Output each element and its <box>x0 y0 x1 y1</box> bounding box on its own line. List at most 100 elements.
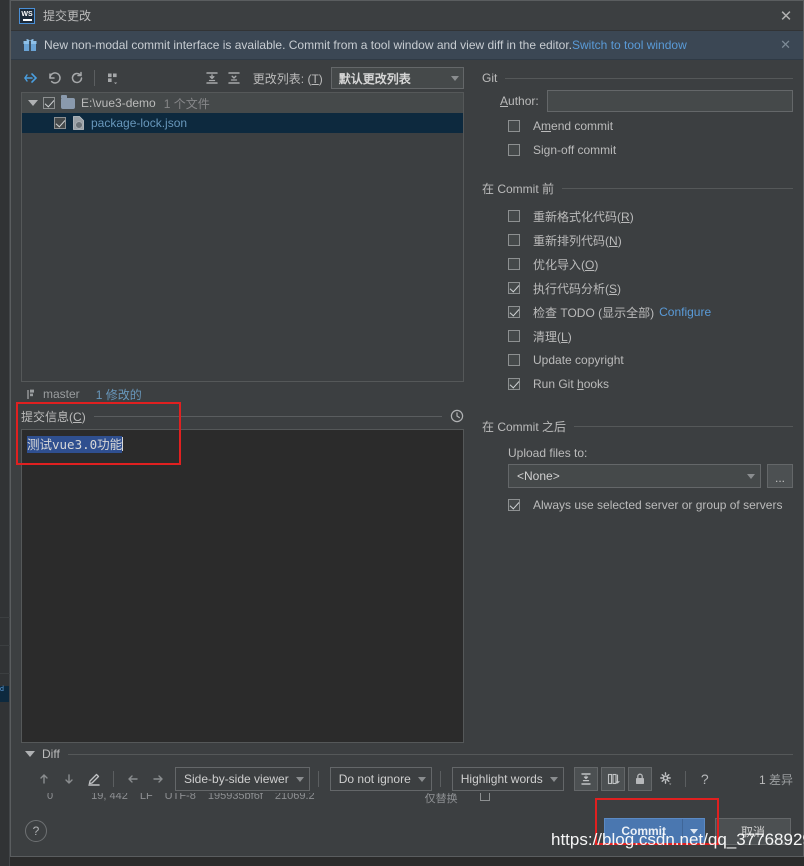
next-difference-icon[interactable] <box>58 768 80 790</box>
apply-right-icon[interactable] <box>147 768 169 790</box>
file-info-charset: UTF-8 <box>164 793 196 802</box>
changelist-label: 更改列表: (T) <box>252 71 323 86</box>
author-row: Author: <box>482 88 793 114</box>
gear-icon[interactable] <box>655 768 677 790</box>
highlight-mode-dropdown[interactable]: Highlight words <box>451 767 564 791</box>
run-git-hooks-row[interactable]: Run Git hooks <box>482 372 793 396</box>
toolbar-separator <box>94 70 96 86</box>
ignore-mode-value: Do not ignore <box>338 772 411 786</box>
dialog-body: 更改列表: (T) 默认更改列表 E:\vue3-demo 1 个文件 pack… <box>11 60 803 743</box>
root-path: E:\vue3-demo <box>81 96 156 110</box>
dialog-title: 提交更改 <box>43 9 92 23</box>
viewer-mode-dropdown[interactable]: Side-by-side viewer <box>175 767 310 791</box>
optimize-imports-checkbox[interactable] <box>508 258 520 270</box>
rearrange-code-row[interactable]: 重新排列代码(N) <box>482 228 793 252</box>
highlight-mode-value: Highlight words <box>460 772 543 786</box>
changelist-value: 默认更改列表 <box>338 71 411 86</box>
check-todo-row[interactable]: 检查 TODO (显示全部) Configure <box>482 300 793 324</box>
refresh-icon[interactable] <box>67 67 88 89</box>
file-name: package-lock.json <box>91 116 188 130</box>
background-left-gutter <box>0 0 10 866</box>
git-group-header: Git <box>482 68 793 88</box>
file-info-hash: 195935bf6f <box>207 793 263 802</box>
show-diff-icon[interactable] <box>21 67 42 89</box>
toolbar-separator <box>439 771 441 787</box>
after-commit-group: 在 Commit 之后 Upload files to: <None> ... … <box>482 416 793 517</box>
file-checkbox[interactable] <box>54 117 66 129</box>
commit-message-text: 测试vue3.0功能 <box>27 436 123 453</box>
check-todo-label: 检查 TODO (显示全部) <box>533 305 655 320</box>
chevron-down-icon <box>747 473 755 479</box>
switch-to-tool-window-link[interactable]: Switch to tool window <box>572 38 687 52</box>
text-caret <box>122 437 124 451</box>
file-info-checkbox[interactable] <box>480 793 490 801</box>
rearrange-code-checkbox[interactable] <box>508 234 520 246</box>
reformat-code-row[interactable]: 重新格式化代码(R) <box>482 204 793 228</box>
group-by-icon[interactable] <box>102 67 123 89</box>
amend-commit-row[interactable]: Amend commit <box>482 114 793 138</box>
cleanup-label: 清理(L) <box>533 329 572 344</box>
commit-message-input[interactable]: 测试vue3.0功能 <box>21 429 464 743</box>
webstorm-icon: WS <box>19 7 35 24</box>
changes-pane: 更改列表: (T) 默认更改列表 E:\vue3-demo 1 个文件 pack… <box>11 60 472 743</box>
readonly-lock-icon[interactable] <box>627 767 652 791</box>
upload-target-dropdown[interactable]: <None> <box>508 464 761 488</box>
analyze-code-checkbox[interactable] <box>508 282 520 294</box>
expand-all-icon[interactable] <box>201 67 222 89</box>
commit-dropdown-arrow[interactable] <box>682 818 704 844</box>
update-copyright-checkbox[interactable] <box>508 354 520 366</box>
check-todo-checkbox[interactable] <box>508 306 520 318</box>
clock-icon[interactable] <box>450 409 464 423</box>
cleanup-row[interactable]: 清理(L) <box>482 324 793 348</box>
run-git-hooks-checkbox[interactable] <box>508 378 520 390</box>
changelist-dropdown[interactable]: 默认更改列表 <box>330 67 465 89</box>
before-commit-group: 在 Commit 前 重新格式化代码(R) 重新排列代码(N) 优化导入(O) <box>482 178 793 396</box>
amend-commit-checkbox[interactable] <box>508 120 520 132</box>
sign-off-commit-row[interactable]: Sign-off commit <box>482 138 793 162</box>
align-changes-icon[interactable] <box>600 767 625 791</box>
tree-row-file[interactable]: package-lock.json <box>22 113 463 133</box>
branch-icon <box>27 389 34 399</box>
collapse-all-icon[interactable] <box>224 67 245 89</box>
before-commit-header: 在 Commit 前 <box>482 178 793 198</box>
modified-count[interactable]: 1 修改的 <box>96 386 142 403</box>
divider <box>93 415 442 417</box>
collapse-triangle-icon[interactable] <box>25 751 35 757</box>
browse-servers-button[interactable]: ... <box>767 464 793 488</box>
update-copyright-row[interactable]: Update copyright <box>482 348 793 372</box>
author-label: Author: <box>500 94 539 108</box>
after-commit-title: 在 Commit 之后 <box>482 419 567 434</box>
changed-files-tree[interactable]: E:\vue3-demo 1 个文件 package-lock.json <box>21 92 464 382</box>
diff-header[interactable]: Diff <box>25 743 793 765</box>
question-icon[interactable]: ? <box>694 768 716 790</box>
git-group: Git Author: Amend commit Sign-off commit <box>482 68 793 162</box>
always-use-server-checkbox[interactable] <box>508 499 520 511</box>
always-use-server-row[interactable]: Always use selected server or group of s… <box>482 493 793 517</box>
help-button[interactable]: ? <box>25 820 47 842</box>
file-info-lineending: LF <box>139 793 153 802</box>
banner-close-icon[interactable]: ✕ <box>776 37 795 53</box>
sign-off-commit-checkbox[interactable] <box>508 144 520 156</box>
divider <box>67 753 793 755</box>
previous-difference-icon[interactable] <box>33 768 55 790</box>
root-checkbox[interactable] <box>43 97 55 109</box>
commit-button[interactable]: Commit <box>604 817 705 845</box>
apply-left-icon[interactable] <box>122 768 144 790</box>
diff-section: Diff Side-by-side viewer Do not ignore H… <box>11 743 803 806</box>
close-icon[interactable]: ✕ <box>775 5 797 27</box>
analyze-code-row[interactable]: 执行代码分析(S) <box>482 276 793 300</box>
ignore-mode-dropdown[interactable]: Do not ignore <box>329 767 432 791</box>
author-input[interactable] <box>546 90 793 112</box>
cancel-button[interactable]: 取消 <box>715 817 791 845</box>
revert-icon[interactable] <box>44 67 65 89</box>
folder-icon <box>61 94 75 109</box>
diff-title: Diff <box>42 747 60 761</box>
optimize-imports-row[interactable]: 优化导入(O) <box>482 252 793 276</box>
reformat-code-checkbox[interactable] <box>508 210 520 222</box>
configure-todo-link[interactable]: Configure <box>659 305 711 319</box>
collapse-unchanged-icon[interactable] <box>573 767 598 791</box>
expand-triangle-icon[interactable] <box>28 100 38 106</box>
edit-source-icon[interactable] <box>83 768 105 790</box>
cleanup-checkbox[interactable] <box>508 330 520 342</box>
tree-row-root[interactable]: E:\vue3-demo 1 个文件 <box>22 93 463 113</box>
